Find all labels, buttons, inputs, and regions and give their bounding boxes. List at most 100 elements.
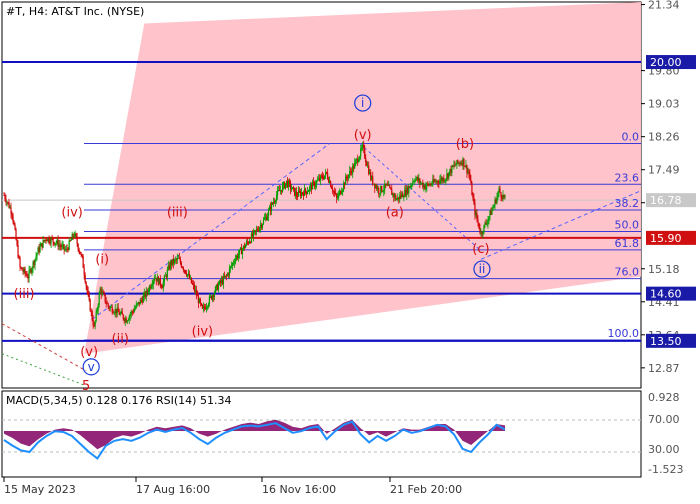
candle-body <box>24 268 26 274</box>
candle-body <box>331 186 333 189</box>
candle-body <box>317 180 319 182</box>
candle-body <box>178 257 180 259</box>
candle-body <box>107 303 109 307</box>
candle-body <box>363 144 365 149</box>
candle-body <box>25 273 27 275</box>
candle-body <box>414 180 416 182</box>
candle-body <box>163 276 165 282</box>
candle-body <box>497 192 499 197</box>
candle-body <box>364 148 366 158</box>
price-tag-label: 16.78 <box>650 194 682 207</box>
candle-body <box>61 245 63 248</box>
candle-body <box>492 207 494 210</box>
macd-axis-label: 70.00 <box>648 413 680 426</box>
candle-body <box>181 266 183 268</box>
wave-label: (iii) <box>14 287 35 302</box>
candle-body <box>396 199 398 201</box>
candle-body <box>366 162 368 166</box>
fib-label: 100.0 <box>608 327 640 340</box>
candle-body <box>96 309 98 312</box>
y-tick-label: 12.87 <box>648 362 680 375</box>
x-tick-label: 21 Feb 20:00 <box>390 483 462 496</box>
y-tick-label: 19.03 <box>648 98 680 111</box>
candle-body <box>84 275 86 283</box>
candle-body <box>19 257 21 268</box>
candle-body <box>113 312 115 314</box>
candle-body <box>78 249 80 252</box>
candle-body <box>360 148 362 157</box>
candle-body <box>129 314 131 317</box>
wave-label-major: i <box>361 96 364 110</box>
x-tick-label: 16 Nov 16:00 <box>262 483 336 496</box>
candle-body <box>334 191 336 194</box>
candle-body <box>361 148 363 149</box>
candle-body <box>214 287 217 293</box>
candle-body <box>135 304 137 308</box>
price-tag-label: 13.50 <box>650 335 682 348</box>
candle-body <box>126 320 128 323</box>
candle-body <box>159 278 161 286</box>
candle-body <box>16 239 18 245</box>
candle-body <box>290 189 293 190</box>
candle-body <box>295 191 298 197</box>
candle-body <box>486 223 488 225</box>
candle-body <box>411 184 413 186</box>
candle-body <box>395 195 397 200</box>
x-tick-label: 17 Aug 16:00 <box>136 483 210 496</box>
candle-body <box>276 190 279 196</box>
candle-body <box>103 292 105 295</box>
candle-body <box>8 202 10 208</box>
candle-body <box>471 183 473 196</box>
candle-body <box>482 232 484 235</box>
candle-body <box>73 235 75 237</box>
candle-body <box>315 184 317 187</box>
candle-body <box>262 219 265 225</box>
candle-body <box>136 303 138 305</box>
price-chart[interactable]: 0.023.638.250.061.876.0100.0 (iii)(iv)(i… <box>0 0 700 500</box>
candle-body <box>228 268 231 275</box>
candle-body <box>274 200 277 203</box>
candle-body <box>289 182 292 190</box>
candle-body <box>472 195 474 198</box>
wave-label-major: ii <box>479 262 486 276</box>
fib-label: 76.0 <box>615 266 640 279</box>
candle-body <box>122 314 124 319</box>
candle-body <box>34 258 36 265</box>
candle-body <box>217 284 220 291</box>
fib-label: 23.6 <box>615 171 640 184</box>
fib-label: 38.2 <box>615 197 640 210</box>
y-tick-label: 15.18 <box>648 263 680 276</box>
candle-body <box>263 218 266 220</box>
candle-body <box>383 189 385 192</box>
candle-body <box>182 267 184 270</box>
wave-label: 5 <box>82 379 90 394</box>
candle-body <box>390 187 392 190</box>
candle-body <box>275 195 278 201</box>
wave-label: (iii) <box>167 205 188 220</box>
candle-body <box>463 158 465 167</box>
candle-body <box>35 256 37 259</box>
y-tick-label: 18.26 <box>648 131 680 144</box>
candle-body <box>244 245 247 249</box>
candle-body <box>150 286 152 289</box>
candle-body <box>332 188 334 192</box>
candle-body <box>256 229 259 231</box>
candle-body <box>31 268 33 273</box>
candle-body <box>13 221 15 225</box>
candle-body <box>36 253 38 257</box>
candle-body <box>354 162 356 169</box>
candle-body <box>79 251 81 255</box>
chart-title: #T, H4: AT&T Inc. (NYSE) <box>6 5 144 18</box>
candle-body <box>308 190 310 192</box>
chart-window: 0.0 23.6 38.2 50.0 61.8 76.0 100.0 (iii) (iv) (i… <box>0 0 700 500</box>
candle-body <box>75 233 77 238</box>
wave-label: (v) <box>354 128 372 143</box>
candle-body <box>483 225 485 233</box>
candle-body <box>258 227 261 231</box>
candle-body <box>63 244 65 250</box>
candle-body <box>92 319 94 326</box>
candle-body <box>127 319 129 321</box>
candle-body <box>111 306 113 313</box>
candle-body <box>70 239 72 241</box>
candle-body <box>234 258 237 263</box>
